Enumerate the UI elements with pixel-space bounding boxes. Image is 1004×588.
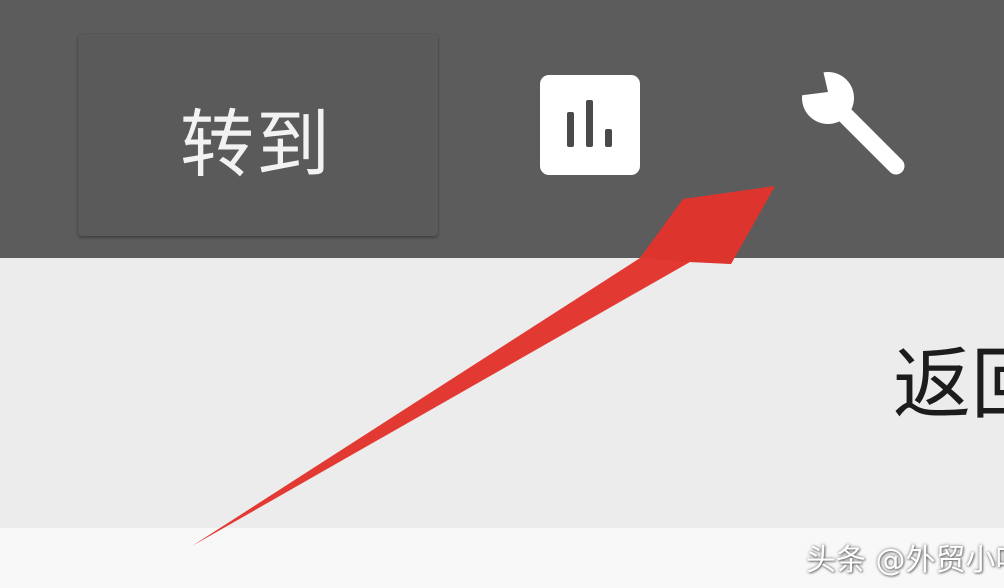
back-link[interactable]: 返回	[893, 346, 1004, 424]
bar-chart-bar-right	[605, 129, 612, 147]
bar-chart-bar-left	[567, 112, 574, 147]
wrench-icon	[796, 66, 905, 175]
goto-button-label: 转到	[180, 101, 332, 188]
toolbar: 转到	[0, 0, 1004, 258]
bar-chart-icon	[567, 100, 612, 147]
goto-button[interactable]: 转到	[78, 34, 438, 236]
watermark: 头条 @外贸小叶	[806, 543, 1004, 578]
statistics-button[interactable]	[540, 75, 640, 175]
bar-chart-bar-middle	[586, 100, 593, 147]
settings-wrench-button[interactable]	[796, 66, 918, 188]
